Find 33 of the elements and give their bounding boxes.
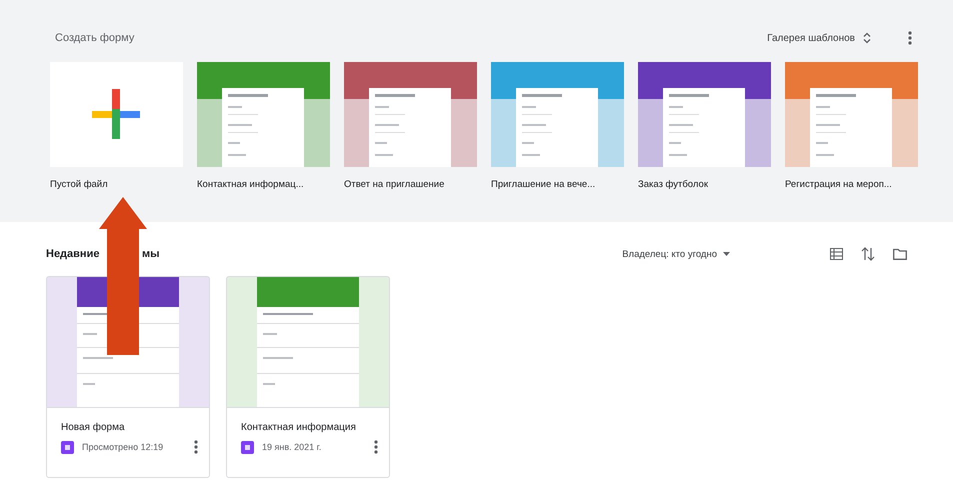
forms-app-icon — [241, 440, 254, 454]
template-label[interactable]: Пустой файл — [50, 179, 183, 190]
blank-form-thumbnail[interactable] — [50, 62, 183, 167]
more-icon[interactable] — [373, 439, 379, 455]
form-date: Просмотрено 12:19 — [82, 442, 164, 452]
section-title: Создать форму — [55, 32, 134, 44]
form-template-thumbnail[interactable] — [785, 62, 918, 167]
form-date: 19 янв. 2021 г. — [262, 442, 322, 452]
more-icon[interactable] — [907, 30, 913, 46]
form-title[interactable]: Контактная информация — [241, 422, 379, 433]
form-template-thumbnail[interactable] — [197, 62, 330, 167]
section-title: мы — [141, 248, 161, 260]
template-label[interactable]: Ответ на приглашение — [344, 179, 477, 190]
form-template-thumbnail[interactable] — [344, 62, 477, 167]
forms-app-icon — [61, 440, 74, 454]
form-title[interactable]: Новая форма — [61, 422, 199, 433]
template-label[interactable]: Регистрация на мероп... — [785, 179, 918, 190]
section-title: Недавние — [46, 248, 100, 260]
plus-icon — [92, 89, 140, 139]
form-template-thumbnail[interactable] — [491, 62, 624, 167]
expand-icon — [863, 32, 871, 44]
template-label[interactable]: Приглашение на вече... — [491, 179, 624, 190]
caret-icon — [723, 252, 730, 256]
template-label[interactable]: Контактная информац... — [197, 179, 330, 190]
more-icon[interactable] — [193, 439, 199, 455]
sort-icon[interactable] — [861, 247, 875, 261]
form-preview-thumbnail[interactable] — [227, 277, 389, 407]
template-gallery-button[interactable]: Галерея шаблонов — [767, 32, 871, 44]
form-template-thumbnail[interactable] — [638, 62, 771, 167]
list-view-icon[interactable] — [830, 248, 843, 260]
template-label[interactable]: Заказ футболок — [638, 179, 771, 190]
owner-filter-dropdown[interactable]: Владелец: кто угодно — [622, 248, 730, 260]
folder-icon[interactable] — [893, 248, 907, 260]
